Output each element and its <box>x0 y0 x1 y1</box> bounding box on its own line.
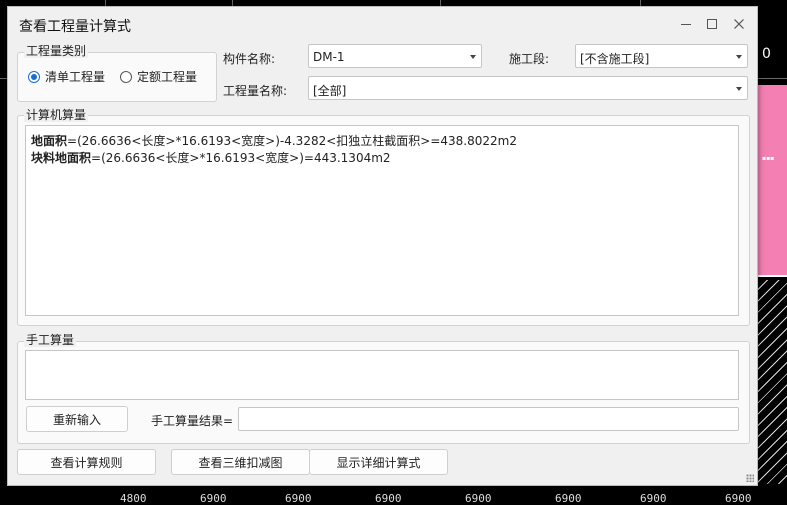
minimize-icon <box>681 24 691 25</box>
dialog-title: 查看工程量计算式 <box>19 19 131 35</box>
computer-calc-group-label: 计算机算量 <box>24 108 89 122</box>
quantity-type-group-label: 工程量类别 <box>24 44 89 58</box>
component-name-label: 构件名称: <box>223 52 276 66</box>
manual-calc-group-label: 手工算量 <box>24 333 77 347</box>
view-quantity-formula-dialog: 查看工程量计算式 工程量类别 清单工程量 定额工程量 构件名称: DM-1 施工… <box>7 6 758 486</box>
radio-bill-quantity[interactable]: 清单工程量 <box>28 68 105 85</box>
view-calc-rules-button[interactable]: 查看计算规则 <box>17 449 156 475</box>
title-bar[interactable]: 查看工程量计算式 <box>8 7 757 41</box>
construction-section-value: [不含施工段] <box>580 52 650 66</box>
cad-edge-text: 0 <box>762 46 771 62</box>
ruler-number: 6900 <box>200 492 227 505</box>
close-icon <box>734 19 744 29</box>
quantity-name-select[interactable]: [全部] <box>308 76 748 100</box>
radio-unselected-icon <box>120 70 132 83</box>
manual-result-field[interactable] <box>238 407 739 431</box>
show-detail-formula-button[interactable]: 显示详细计算式 <box>309 449 448 475</box>
radio-bill-quantity-label: 清单工程量 <box>45 70 106 84</box>
ruler-number: 6900 <box>725 492 752 505</box>
quantity-name-label: 工程量名称: <box>223 84 288 98</box>
formula-name: 地面积 <box>31 134 68 148</box>
ruler-number: 6900 <box>285 492 312 505</box>
close-button[interactable] <box>730 15 748 33</box>
cad-pink-region <box>757 85 787 275</box>
formula-expression: =(26.6636<长度>*16.6193<宽度>)-4.3282<扣独立柱截面… <box>67 134 517 148</box>
reinput-button[interactable]: 重新输入 <box>26 406 128 432</box>
ruler-number: 6900 <box>555 492 582 505</box>
cad-tiny-label: ▪▪▪ <box>762 155 775 162</box>
component-name-value: DM-1 <box>313 50 345 64</box>
radio-selected-icon <box>28 70 40 83</box>
formula-line: 块料地面积=(26.6636<长度>*16.6193<宽度>)=443.1304… <box>31 149 391 166</box>
chevron-down-icon <box>470 55 476 59</box>
radio-norm-quantity-label: 定额工程量 <box>137 70 198 84</box>
ruler-number: 4800 <box>120 492 147 505</box>
resize-grip-icon[interactable] <box>746 474 754 482</box>
ruler-number: 6900 <box>375 492 402 505</box>
cad-hatch-region <box>757 280 787 490</box>
maximize-icon <box>707 19 717 29</box>
radio-norm-quantity[interactable]: 定额工程量 <box>120 68 197 85</box>
chevron-down-icon <box>736 87 742 91</box>
chevron-down-icon <box>736 55 742 59</box>
construction-section-select[interactable]: [不含施工段] <box>575 44 748 68</box>
quantity-name-value: [全部] <box>313 84 347 98</box>
ruler-number: 6900 <box>465 492 492 505</box>
component-name-select[interactable]: DM-1 <box>308 44 482 68</box>
manual-result-label: 手工算量结果= <box>151 414 234 428</box>
minimize-button[interactable] <box>677 15 695 33</box>
view-3d-deduction-button[interactable]: 查看三维扣减图 <box>171 449 310 475</box>
formula-line: 地面积=(26.6636<长度>*16.6193<宽度>)-4.3282<扣独立… <box>31 132 517 149</box>
ruler-number: 6900 <box>640 492 667 505</box>
maximize-button[interactable] <box>703 15 721 33</box>
formula-name: 块料地面积 <box>31 151 92 165</box>
construction-section-label: 施工段: <box>509 52 550 66</box>
cad-white-line <box>757 275 787 277</box>
formula-expression: =(26.6636<长度>*16.6193<宽度>)=443.1304m2 <box>91 151 391 165</box>
manual-calc-input[interactable] <box>25 350 739 400</box>
computer-calc-text[interactable]: 地面积=(26.6636<长度>*16.6193<宽度>)-4.3282<扣独立… <box>25 125 739 316</box>
